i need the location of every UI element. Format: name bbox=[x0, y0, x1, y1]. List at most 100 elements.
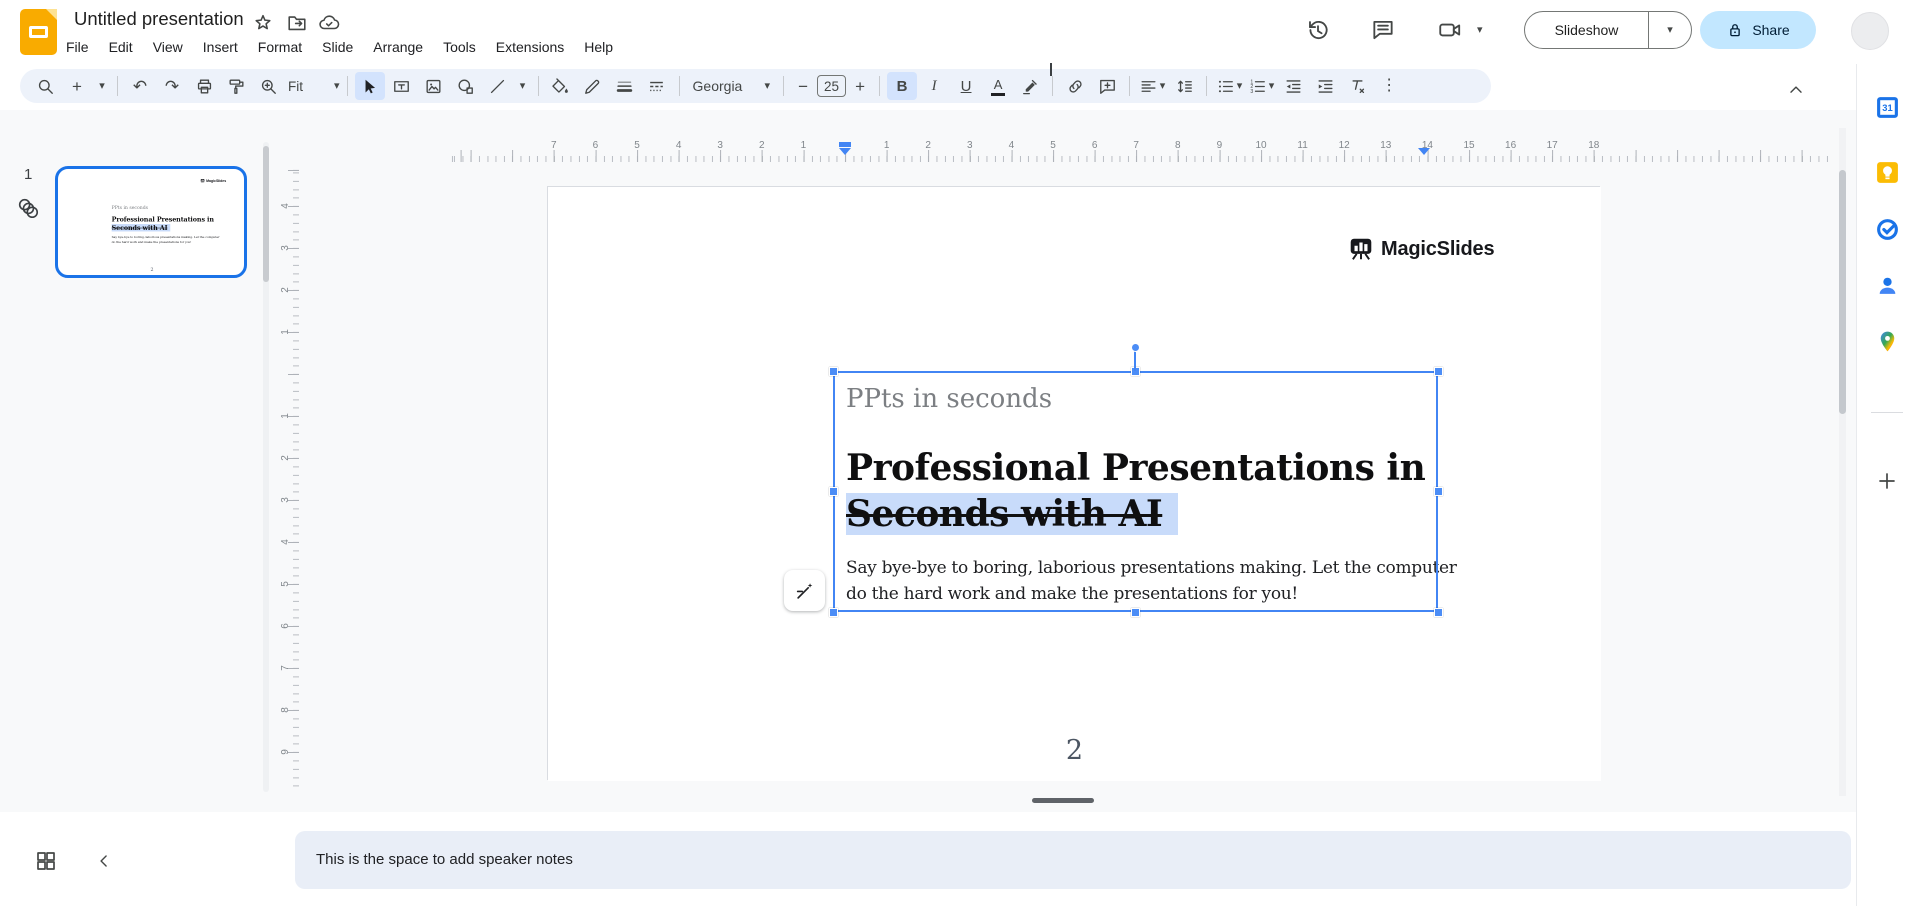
zoom-fit-select[interactable]: Fit ▾ bbox=[285, 72, 340, 100]
fill-color-button[interactable] bbox=[546, 72, 576, 100]
main-toolbar: + ▾ ↶ ↷ Fit ▾ ▾ Georgia ▾ − 25 + B I U A bbox=[20, 69, 1491, 103]
insert-comment-button[interactable] bbox=[1092, 72, 1122, 100]
hide-menus-button[interactable] bbox=[1782, 76, 1810, 104]
bulleted-list-button[interactable]: ▾ bbox=[1214, 72, 1244, 100]
star-icon[interactable] bbox=[252, 12, 274, 34]
menu-item-extensions[interactable]: Extensions bbox=[486, 35, 574, 61]
new-slide-dropdown[interactable]: ▾ bbox=[94, 72, 110, 100]
new-slide-button[interactable]: + bbox=[62, 72, 92, 100]
slide-eyebrow-text[interactable]: PPts in seconds bbox=[112, 205, 148, 210]
toolbar-separator bbox=[1206, 76, 1208, 96]
rotation-handle[interactable] bbox=[1131, 343, 1140, 352]
undo-button[interactable]: ↶ bbox=[125, 72, 155, 100]
slides-logo[interactable] bbox=[20, 9, 57, 55]
redo-button[interactable]: ↷ bbox=[157, 72, 187, 100]
insert-image-button[interactable] bbox=[419, 72, 449, 100]
slide-thumbnail-selected[interactable]: MagicSlides PPts in seconds Professional… bbox=[55, 166, 247, 278]
line-spacing-button[interactable] bbox=[1169, 72, 1199, 100]
left-indent-marker[interactable] bbox=[839, 148, 851, 155]
menu-item-tools[interactable]: Tools bbox=[433, 35, 486, 61]
slide-canvas[interactable]: MagicSlides PPts in seconds Professional… bbox=[547, 186, 1601, 781]
menu-item-view[interactable]: View bbox=[143, 35, 193, 61]
magic-rewrite-button[interactable] bbox=[784, 570, 825, 611]
menu-item-file[interactable]: File bbox=[56, 35, 99, 61]
speaker-notes-input[interactable]: This is the space to add speaker notes bbox=[295, 831, 1851, 889]
slide-body-text[interactable]: Say bye-bye to boring, laborious present… bbox=[112, 235, 220, 244]
border-weight-button[interactable] bbox=[610, 72, 640, 100]
align-button[interactable]: ▾ bbox=[1137, 72, 1167, 100]
share-button[interactable]: Share bbox=[1700, 11, 1816, 49]
menu-item-help[interactable]: Help bbox=[574, 35, 623, 61]
menu-item-edit[interactable]: Edit bbox=[99, 35, 143, 61]
selection-handle[interactable] bbox=[1433, 487, 1443, 496]
italic-button[interactable]: I bbox=[919, 72, 949, 100]
numbered-list-button[interactable]: 1 2 3 ▾ bbox=[1246, 72, 1276, 100]
highlight-color-button[interactable] bbox=[1015, 72, 1045, 100]
dropdown-icon: ▾ bbox=[334, 79, 340, 92]
increase-indent-button[interactable] bbox=[1310, 72, 1340, 100]
font-size-input[interactable]: 25 bbox=[817, 75, 847, 97]
account-avatar[interactable] bbox=[1851, 12, 1889, 50]
slide-title-text[interactable]: Professional Presentations in Seconds wi… bbox=[111, 216, 214, 232]
more-options-button[interactable]: ⋮ bbox=[1374, 72, 1404, 100]
slide-title-text[interactable]: Professional Presentations in Seconds wi… bbox=[846, 445, 1426, 537]
clear-formatting-button[interactable] bbox=[1342, 72, 1372, 100]
selection-handle[interactable] bbox=[1131, 607, 1140, 617]
menu-item-insert[interactable]: Insert bbox=[193, 35, 248, 61]
menu-item-arrange[interactable]: Arrange bbox=[363, 35, 433, 61]
clear-formatting-icon bbox=[1352, 79, 1364, 93]
border-dash-button[interactable] bbox=[642, 72, 672, 100]
slide-body-text[interactable]: Say bye-bye to boring, laborious present… bbox=[846, 555, 1457, 607]
increase-font-size-button[interactable]: + bbox=[848, 72, 872, 100]
text-color-button[interactable]: A bbox=[983, 72, 1013, 100]
border-color-button[interactable] bbox=[578, 72, 608, 100]
grid-view-button[interactable] bbox=[34, 849, 58, 873]
insert-shape-button[interactable] bbox=[451, 72, 481, 100]
decrease-indent-button[interactable] bbox=[1278, 72, 1308, 100]
keep-icon[interactable] bbox=[1875, 160, 1900, 185]
tasks-icon[interactable] bbox=[1875, 217, 1900, 242]
selection-handle[interactable] bbox=[1433, 366, 1443, 376]
slideshow-button[interactable]: Slideshow bbox=[1525, 12, 1649, 48]
canvas-scrollbar-thumb[interactable] bbox=[1839, 170, 1846, 414]
select-tool-button[interactable] bbox=[354, 72, 385, 100]
search-menus-button[interactable] bbox=[30, 72, 60, 100]
notes-resize-handle[interactable] bbox=[1032, 798, 1094, 803]
zoom-button[interactable] bbox=[253, 72, 283, 100]
slide-eyebrow-text[interactable]: PPts in seconds bbox=[846, 384, 1052, 414]
insert-link-button[interactable] bbox=[1060, 72, 1090, 100]
text-box-button[interactable] bbox=[387, 72, 417, 100]
menu-item-format[interactable]: Format bbox=[248, 35, 312, 61]
toolbar-separator bbox=[1129, 76, 1131, 96]
underline-button[interactable]: U bbox=[951, 72, 981, 100]
insert-line-button[interactable] bbox=[483, 72, 513, 100]
document-title[interactable]: Untitled presentation bbox=[74, 8, 244, 30]
version-history-icon[interactable] bbox=[1305, 17, 1331, 43]
selection-handle[interactable] bbox=[828, 366, 838, 376]
get-addons-button[interactable] bbox=[1875, 469, 1900, 494]
selection-handle[interactable] bbox=[828, 487, 838, 496]
menu-item-slide[interactable]: Slide bbox=[312, 35, 363, 61]
calendar-icon[interactable]: 31 bbox=[1875, 95, 1900, 120]
decrease-font-size-button[interactable]: − bbox=[791, 72, 815, 100]
line-dropdown[interactable]: ▾ bbox=[515, 72, 531, 100]
filmstrip-scrollbar-thumb[interactable] bbox=[263, 146, 269, 282]
slideshow-options-button[interactable]: ▾ bbox=[1649, 12, 1691, 48]
collapse-filmstrip-button[interactable] bbox=[94, 851, 114, 871]
print-button[interactable] bbox=[189, 72, 219, 100]
selection-handle[interactable] bbox=[1433, 607, 1443, 617]
right-indent-marker[interactable] bbox=[1418, 148, 1430, 155]
cloud-status-icon[interactable] bbox=[318, 12, 340, 34]
slide-content: MagicSlides PPts in seconds Professional… bbox=[548, 187, 1601, 781]
font-family-select[interactable]: Georgia ▾ bbox=[687, 72, 777, 100]
meet-camera-icon[interactable] bbox=[1437, 17, 1463, 43]
contacts-icon[interactable] bbox=[1875, 273, 1900, 298]
move-folder-icon[interactable] bbox=[286, 12, 308, 34]
paint-format-button[interactable] bbox=[221, 72, 251, 100]
selection-handle[interactable] bbox=[828, 607, 838, 617]
comments-icon[interactable] bbox=[1370, 17, 1396, 43]
left-indent-marker-bar[interactable] bbox=[839, 142, 851, 147]
maps-icon[interactable] bbox=[1875, 329, 1900, 354]
meet-dropdown-icon[interactable]: ▾ bbox=[1477, 25, 1483, 36]
bold-button[interactable]: B bbox=[887, 72, 918, 100]
